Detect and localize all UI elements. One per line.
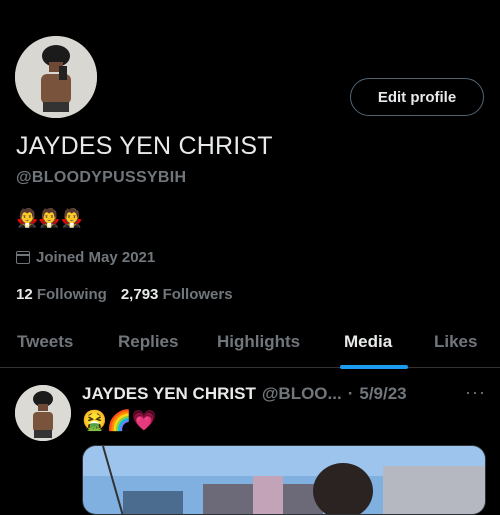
tab-tweets[interactable]: Tweets	[17, 332, 73, 352]
tweet-media[interactable]	[82, 445, 486, 515]
active-tab-indicator	[340, 365, 408, 369]
tweet-author-name[interactable]: JAYDES YEN CHRIST	[82, 384, 256, 404]
media-photo	[83, 446, 485, 514]
tweet-author-handle[interactable]: @BLOO...	[262, 384, 342, 404]
joined-label: Joined May 2021	[36, 249, 156, 266]
followers-label: Followers	[162, 286, 233, 303]
tweet-text: 🤮🌈💗	[82, 410, 157, 432]
calendar-icon	[16, 251, 30, 264]
following-count: 12	[16, 286, 33, 303]
followers-count: 2,793	[120, 286, 159, 303]
display-name: JAYDES YEN CHRIST	[16, 132, 273, 160]
tab-likes[interactable]: Likes	[434, 332, 477, 352]
tweet-avatar-photo	[15, 385, 71, 441]
edit-profile-button[interactable]: Edit profile	[350, 78, 484, 116]
tweet-header: JAYDES YEN CHRIST @BLOO... · 5/9/23	[82, 384, 407, 404]
more-options-icon[interactable]: ···	[465, 382, 486, 403]
avatar-photo	[15, 36, 97, 118]
tab-replies[interactable]: Replies	[118, 332, 178, 352]
following-link[interactable]: 12 Following	[16, 286, 107, 303]
tweet-separator: ·	[347, 384, 354, 403]
tab-media[interactable]: Media	[344, 332, 392, 352]
bio: 🧛🧛🧛	[16, 208, 84, 228]
tab-highlights[interactable]: Highlights	[217, 332, 300, 352]
profile-avatar[interactable]	[15, 36, 97, 118]
tweet-avatar[interactable]	[15, 385, 71, 441]
following-label: Following	[36, 286, 107, 303]
followers-link[interactable]: 2,793 Followers	[121, 286, 233, 303]
joined-date: Joined May 2021	[16, 249, 155, 266]
profile-tabs: Tweets Replies Highlights Media Likes	[0, 322, 500, 368]
user-handle: @BLOODYPUSSYBIH	[16, 169, 187, 186]
follow-stats: 12 Following 2,793 Followers	[16, 286, 233, 303]
tweet-date[interactable]: 5/9/23	[359, 384, 406, 404]
